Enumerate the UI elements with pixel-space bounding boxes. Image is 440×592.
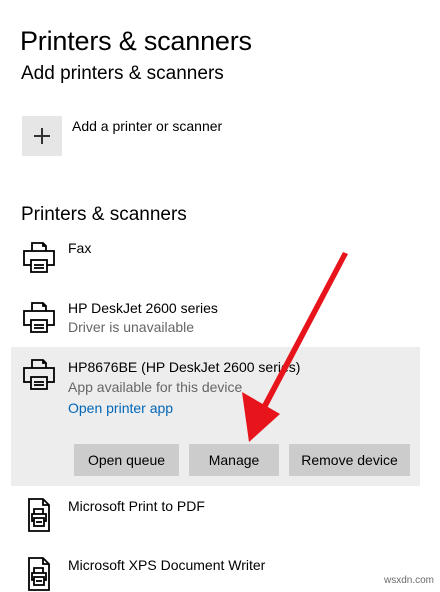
printer-status: Driver is unavailable <box>68 319 195 335</box>
watermark-text: wsxdn.com <box>383 575 434 586</box>
manage-button[interactable]: Manage <box>189 444 279 476</box>
document-printer-icon <box>28 557 50 591</box>
printer-item-hp-deskjet[interactable]: HP DeskJet 2600 series Driver is unavail… <box>11 296 420 340</box>
printers-list-title: Printers & scanners <box>21 204 187 225</box>
add-printer-label[interactable]: Add a printer or scanner <box>72 118 222 134</box>
printer-item-hp8676be[interactable]: HP8676BE (HP DeskJet 2600 series) App av… <box>11 347 420 486</box>
printer-status: App available for this device <box>68 379 243 395</box>
printer-item-print-to-pdf[interactable]: Microsoft Print to PDF <box>11 494 420 538</box>
printer-item-xps-writer[interactable]: Microsoft XPS Document Writer <box>11 553 420 591</box>
printer-name: Fax <box>68 240 92 256</box>
printer-name: HP DeskJet 2600 series <box>68 300 218 316</box>
open-printer-app-link[interactable]: Open printer app <box>68 400 173 416</box>
page-title: Printers & scanners <box>20 26 252 57</box>
add-printer-button[interactable] <box>22 116 62 156</box>
printer-icon <box>23 302 55 333</box>
printer-icon <box>23 359 55 390</box>
document-printer-icon <box>28 498 50 532</box>
printer-name: Microsoft Print to PDF <box>68 498 205 514</box>
printer-name: HP8676BE (HP DeskJet 2600 series) <box>68 359 301 375</box>
printer-icon <box>23 242 55 273</box>
open-queue-button[interactable]: Open queue <box>74 444 179 476</box>
printer-name: Microsoft XPS Document Writer <box>68 557 266 573</box>
add-section-title: Add printers & scanners <box>21 63 224 84</box>
printer-item-fax[interactable]: Fax <box>11 236 420 280</box>
remove-device-button[interactable]: Remove device <box>289 444 410 476</box>
